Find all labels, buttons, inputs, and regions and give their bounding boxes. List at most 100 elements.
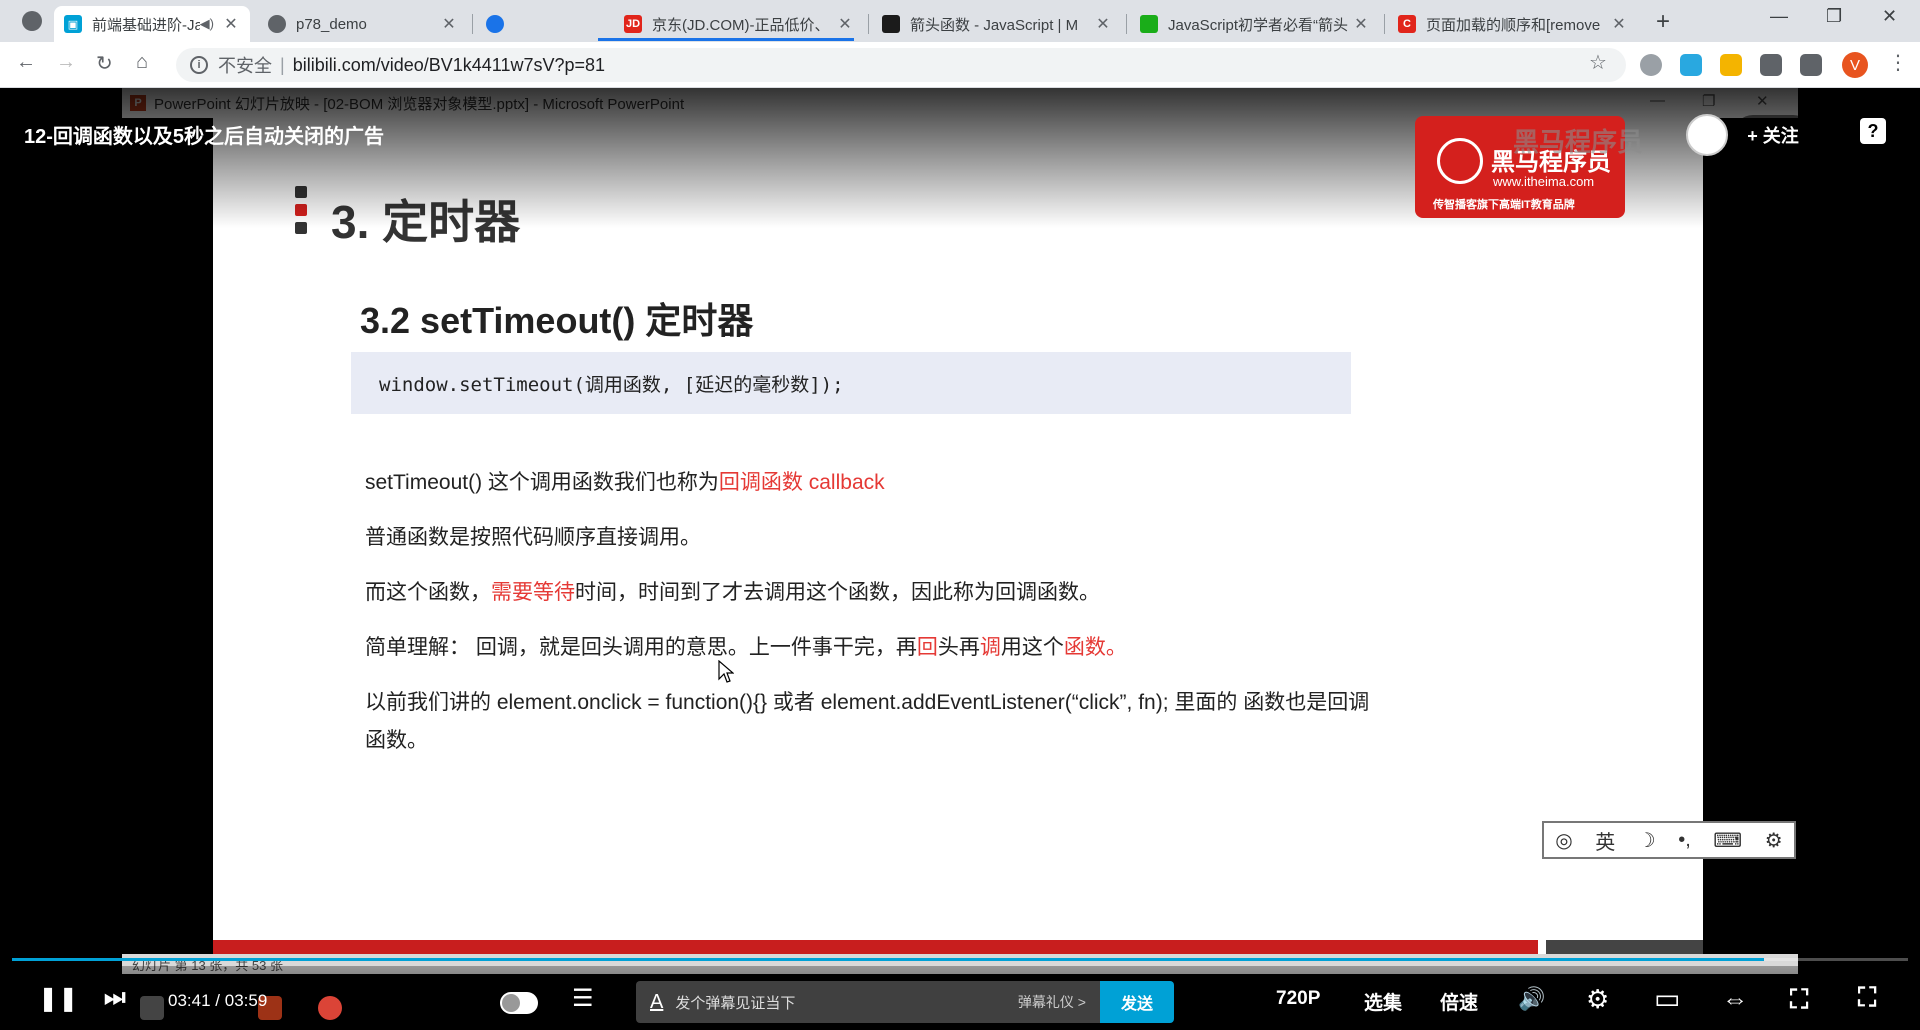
follow-button[interactable]: + 关注 <box>1733 115 1813 155</box>
tab-pinned[interactable] <box>476 6 516 42</box>
keyboard-icon: ⌨ <box>1713 829 1743 852</box>
extension-w-icon[interactable] <box>1720 54 1742 76</box>
slide: 3. 定时器 3.2 setTimeout() 定时器 window.setTi… <box>213 118 1703 974</box>
code-text: window.setTimeout(调用函数, [延迟的毫秒数]); <box>379 373 844 396</box>
tab-title: 箭头函数 - JavaScript | M <box>910 16 1079 34</box>
danmaku-input[interactable]: A 发个弹幕见证当下 弹幕礼仪 > <box>636 981 1100 1023</box>
mouse-cursor-icon <box>718 660 734 683</box>
danmaku-settings-icon[interactable]: ☰ <box>572 984 594 1013</box>
forward-button[interactable]: → <box>56 51 76 74</box>
tab-csdn[interactable]: C 页面加载的顺序和[remove ✕ <box>1388 6 1638 42</box>
tab-title: 页面加载的顺序和[remove <box>1426 16 1601 34</box>
tab-title: p78_demo <box>296 15 367 33</box>
episodes-button[interactable]: 选集 <box>1364 988 1402 1015</box>
tab-audio-icon[interactable]: ◀) <box>200 16 214 32</box>
tab-close-icon[interactable]: ✕ <box>1352 14 1370 34</box>
watermark: 黑马程序员 <box>1513 127 1644 157</box>
close-window-button[interactable]: ✕ <box>1882 6 1897 27</box>
progress-fill <box>12 958 1764 961</box>
browser-toolbar: ← → ↻ ⌂ i 不安全 | bilibili.com/video/BV1k4… <box>0 42 1920 88</box>
text: 时间，时间到了才去调用这个函数，因此称为回调函数。 <box>575 581 1100 604</box>
tab-title: JavaScript初学者必看“箭头 <box>1168 16 1349 34</box>
tab-title: 京东(JD.COM)-正品低价、 <box>652 16 830 34</box>
address-bar[interactable]: i 不安全 | bilibili.com/video/BV1k4411w7sV?… <box>176 48 1626 82</box>
quality-button[interactable]: 720P <box>1276 988 1320 1010</box>
tab-separator <box>1384 14 1385 34</box>
extension-mouse-icon[interactable] <box>1640 54 1662 76</box>
url-text[interactable]: bilibili.com/video/BV1k4411w7sV?p=81 <box>293 55 605 76</box>
slide-footer-bar <box>213 940 1538 954</box>
ime-toolbar: ◎ 英 ☽ •, ⌨ ⚙ <box>1542 821 1796 859</box>
fullscreen-icon[interactable]: ⛶ <box>1858 982 1876 1014</box>
text: 而这个函数， <box>365 581 491 604</box>
bookmark-star-icon[interactable]: ☆ <box>1589 50 1607 75</box>
player-controls: ❚❚ ⏭ 03:41 / 03:59 ☰ A 发个弹幕见证当下 弹幕礼仪 > 发… <box>0 966 1920 1030</box>
tab-js-beginner[interactable]: JavaScript初学者必看“箭头 ✕ <box>1130 6 1380 42</box>
extension-shield-icon[interactable] <box>1680 54 1702 76</box>
back-button[interactable]: ← <box>16 51 36 74</box>
heading-bar-icon <box>295 204 307 216</box>
tab-close-icon[interactable]: ✕ <box>440 14 458 34</box>
text: 普通函数是按照代码顺序直接调用。 <box>365 526 701 549</box>
extensions-puzzle-icon[interactable] <box>1760 54 1782 76</box>
video-player[interactable]: P PowerPoint 幻灯片放映 - [02-BOM 浏览器对象模型.ppt… <box>0 88 1920 1030</box>
paragraph-4: 简单理解： 回调，就是回头调用的意思。上一件事干完，再回头再调用这个函数。 <box>365 631 1127 661</box>
tab-p78-demo[interactable]: p78_demo ✕ <box>258 6 468 42</box>
maximize-button[interactable]: ❐ <box>1826 6 1842 27</box>
info-icon[interactable]: i <box>190 56 208 74</box>
slide-footer-bar-dark <box>1546 940 1703 954</box>
volume-icon[interactable]: 🔊 <box>1518 986 1545 1012</box>
minimize-button[interactable]: — <box>1770 6 1788 27</box>
logo-url: www.itheima.com <box>1493 174 1595 189</box>
csdn-favicon-icon: C <box>1398 15 1416 33</box>
settings-icon[interactable]: ⚙ <box>1586 984 1609 1015</box>
windows-start-icon <box>140 996 164 1020</box>
tab-mdn-arrow-functions[interactable]: 箭头函数 - JavaScript | M ✕ <box>872 6 1122 42</box>
time-total: 03:59 <box>224 991 268 1010</box>
highlight-text: 调 <box>979 636 1001 659</box>
highlight-text: 回 <box>916 636 938 659</box>
powerpoint-icon: P <box>130 95 146 111</box>
danmaku-toggle[interactable] <box>500 992 538 1014</box>
profile-avatar[interactable]: V <box>1842 52 1868 78</box>
tab-close-icon[interactable]: ✕ <box>1094 14 1112 34</box>
pause-button[interactable]: ❚❚ <box>38 984 78 1013</box>
tab-close-icon[interactable]: ✕ <box>1610 14 1628 34</box>
ime-logo-icon: ◎ <box>1555 829 1573 852</box>
send-button[interactable]: 发送 <box>1100 981 1174 1023</box>
new-tab-button[interactable]: + <box>1656 8 1670 36</box>
slide-subheading: 3.2 setTimeout() 定时器 <box>360 300 754 341</box>
tab-bilibili[interactable]: ▣ 前端基础进阶-JavaScr ◀) ✕ <box>54 6 250 42</box>
danmaku-etiquette-link[interactable]: 弹幕礼仪 > <box>1018 992 1086 1012</box>
picture-in-picture-icon[interactable]: ▭ <box>1654 982 1680 1015</box>
video-title: 12-回调函数以及5秒之后自动关闭的广告 <box>24 126 385 148</box>
ppt-minimize-icon: — <box>1650 92 1665 109</box>
heading-bar-icon <box>295 222 307 234</box>
uploader-avatar[interactable] <box>1686 114 1728 156</box>
progress-bar[interactable] <box>12 958 1908 961</box>
tab-close-icon[interactable]: ✕ <box>836 14 854 34</box>
time-current: 03:41 <box>168 991 211 1010</box>
home-button[interactable]: ⌂ <box>136 51 148 74</box>
ppt-window-title: PowerPoint 幻灯片放映 - [02-BOM 浏览器对象模型.pptx]… <box>154 95 685 113</box>
text-style-icon[interactable]: A <box>650 991 663 1014</box>
reload-button[interactable]: ↻ <box>96 51 113 76</box>
tab-separator <box>472 14 473 34</box>
tab-title: 前端基础进阶-JavaScr <box>92 16 200 34</box>
next-button[interactable]: ⏭ <box>104 984 126 1012</box>
speed-button[interactable]: 倍速 <box>1440 988 1478 1015</box>
reading-list-icon[interactable] <box>1800 54 1822 76</box>
browser-menu-icon[interactable]: ⋮ <box>1888 50 1908 75</box>
widescreen-icon[interactable]: ⇔ <box>1722 984 1748 1015</box>
help-icon[interactable]: ? <box>1860 118 1886 144</box>
paragraph-5-line-1: 以前我们讲的 element.onclick = function(){} 或者… <box>365 686 1369 716</box>
code-snippet: window.setTimeout(调用函数, [延迟的毫秒数]); <box>351 352 1351 414</box>
web-fullscreen-icon[interactable]: ⛶ <box>1790 984 1808 1016</box>
tab-close-icon[interactable]: ✕ <box>222 14 240 34</box>
text: 头再 <box>937 636 980 659</box>
browser-tab-bar: ▣ 前端基础进阶-JavaScr ◀) ✕ p78_demo ✕ JD 京东(J… <box>0 0 1920 42</box>
heading-bar-icon <box>295 186 307 198</box>
text: 函数。 <box>365 729 428 752</box>
profile-icon[interactable] <box>22 11 42 31</box>
tab-jd[interactable]: JD 京东(JD.COM)-正品低价、 ✕ <box>614 6 864 42</box>
